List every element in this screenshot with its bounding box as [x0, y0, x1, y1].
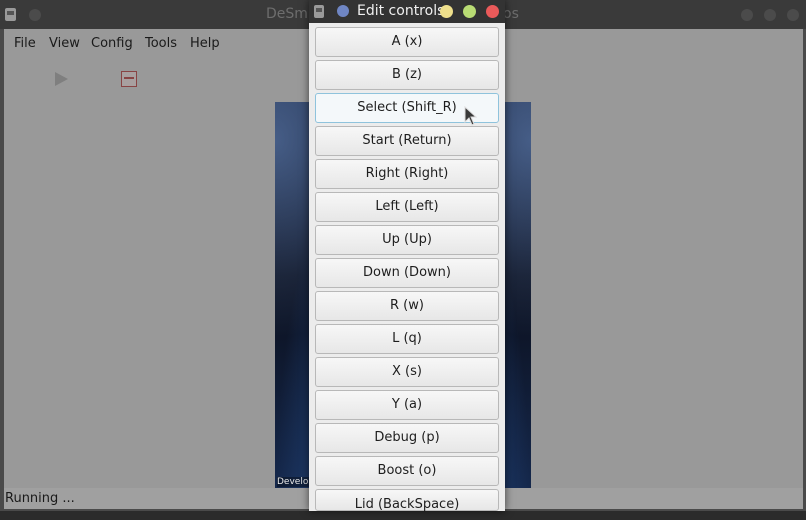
button-r[interactable]: R (w) — [315, 291, 499, 321]
minimize-icon[interactable] — [741, 9, 753, 21]
button-down[interactable]: Down (Down) — [315, 258, 499, 288]
menu-file[interactable]: File — [14, 36, 36, 51]
button-right[interactable]: Right (Right) — [315, 159, 499, 189]
button-left[interactable]: Left (Left) — [315, 192, 499, 222]
play-icon[interactable] — [55, 72, 68, 86]
button-l[interactable]: L (q) — [315, 324, 499, 354]
close-icon[interactable] — [787, 9, 799, 21]
menu-tools[interactable]: Tools — [145, 36, 177, 51]
menu-help[interactable]: Help — [190, 36, 220, 51]
dialog-title: Edit controls — [357, 3, 445, 19]
dialog-menu-dot-icon[interactable] — [337, 5, 349, 17]
dialog-minimize-button[interactable] — [440, 5, 453, 18]
button-y[interactable]: Y (a) — [315, 390, 499, 420]
button-b[interactable]: B (z) — [315, 60, 499, 90]
dialog-maximize-button[interactable] — [463, 5, 476, 18]
button-boost[interactable]: Boost (o) — [315, 456, 499, 486]
status-text: Running ... — [5, 491, 75, 506]
menu-config[interactable]: Config — [91, 36, 133, 51]
menu-view[interactable]: View — [49, 36, 80, 51]
mouse-cursor-icon — [464, 106, 478, 126]
button-a[interactable]: A (x) — [315, 27, 499, 57]
button-debug[interactable]: Debug (p) — [315, 423, 499, 453]
button-up[interactable]: Up (Up) — [315, 225, 499, 255]
button-x[interactable]: X (s) — [315, 357, 499, 387]
button-lid[interactable]: Lid (BackSpace) — [315, 489, 499, 512]
dialog-titlebar[interactable]: Edit controls — [309, 0, 505, 23]
app-icon — [5, 8, 16, 21]
button-start[interactable]: Start (Return) — [315, 126, 499, 156]
window-menu-icon[interactable] — [29, 9, 41, 21]
edit-controls-dialog: Edit controls A (x) B (z) Select (Shift_… — [309, 0, 505, 512]
dialog-app-icon — [314, 5, 324, 18]
maximize-icon[interactable] — [764, 9, 776, 21]
stop-icon[interactable] — [121, 71, 137, 87]
dialog-close-button[interactable] — [486, 5, 499, 18]
